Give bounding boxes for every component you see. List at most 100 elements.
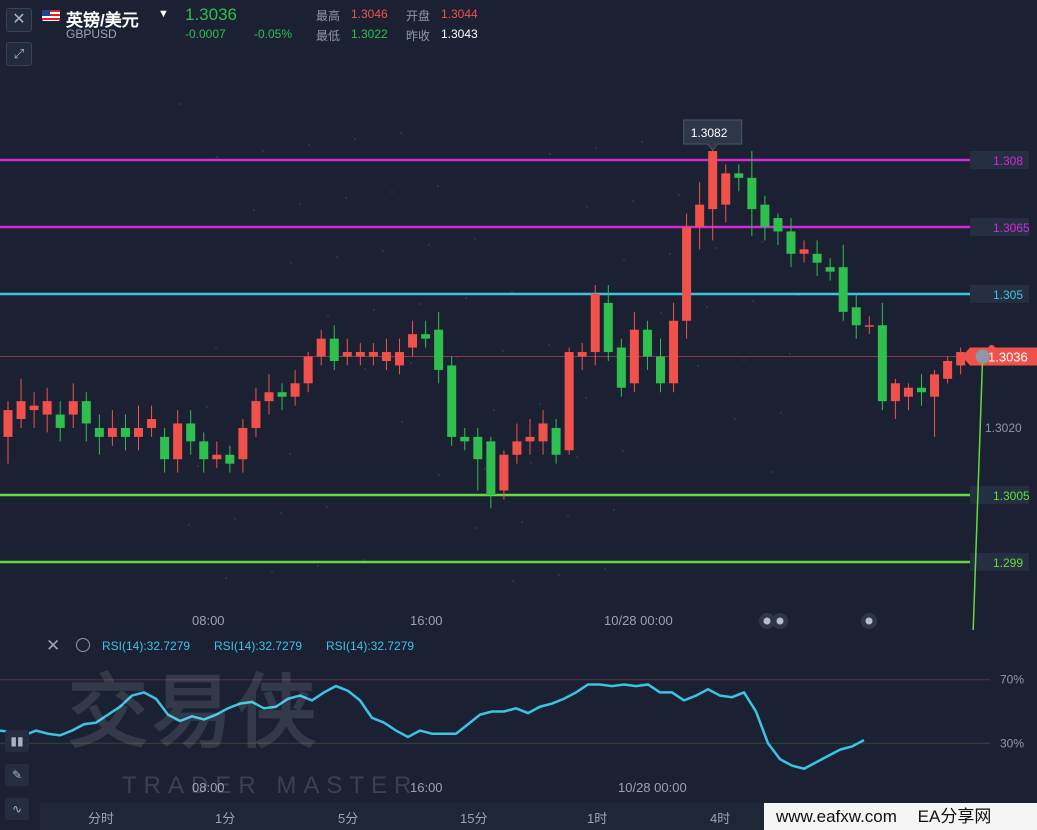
candle[interactable] [721, 173, 731, 205]
candle[interactable] [838, 267, 848, 312]
candle[interactable] [851, 307, 861, 326]
candle[interactable] [773, 218, 783, 232]
candle[interactable] [616, 347, 626, 388]
line-tool-icon[interactable]: ∿ [5, 798, 29, 820]
tf-tab[interactable]: 15分 [460, 808, 487, 827]
map-dot [233, 517, 237, 521]
candle[interactable] [408, 334, 418, 348]
candle[interactable] [786, 231, 796, 254]
tf-tab[interactable]: 1分 [215, 808, 235, 827]
candle[interactable] [512, 441, 522, 455]
candle[interactable] [695, 204, 705, 227]
candle[interactable] [42, 401, 52, 415]
candle[interactable] [499, 454, 509, 491]
candle[interactable] [577, 352, 587, 357]
site-banner: www.eafxw.com EA分享网 [764, 803, 1037, 830]
candle[interactable] [956, 352, 966, 366]
candle[interactable] [55, 414, 65, 428]
candle[interactable] [120, 427, 130, 437]
watermark-en: TRADER MASTER [122, 772, 419, 799]
candle[interactable] [590, 293, 600, 353]
candle[interactable] [447, 365, 457, 437]
candle[interactable] [316, 338, 326, 357]
candle[interactable] [747, 177, 757, 210]
candle[interactable] [421, 334, 431, 339]
candle[interactable] [29, 405, 39, 411]
candle[interactable] [864, 325, 874, 327]
candle[interactable] [160, 436, 170, 460]
candle[interactable] [395, 352, 404, 366]
x-tick-label: 10/28 00:00 [604, 613, 673, 628]
candle[interactable] [799, 249, 809, 254]
candle[interactable] [708, 151, 718, 210]
info-marker-icon[interactable] [975, 349, 990, 364]
candle[interactable] [460, 436, 470, 442]
candle[interactable] [682, 226, 692, 321]
candle[interactable] [434, 329, 444, 370]
candle[interactable] [669, 320, 679, 384]
candle[interactable] [760, 204, 770, 227]
candle[interactable] [525, 436, 535, 442]
candle[interactable] [342, 352, 352, 357]
candle[interactable] [173, 423, 183, 460]
candle[interactable] [368, 352, 378, 357]
tf-tab[interactable]: 4时 [710, 808, 730, 827]
candle[interactable] [134, 427, 143, 437]
candle[interactable] [473, 436, 483, 460]
pen-icon[interactable]: ✎ [5, 764, 29, 786]
candle[interactable] [564, 352, 574, 451]
candle[interactable] [917, 387, 926, 393]
tf-tab[interactable]: 1时 [587, 808, 607, 827]
candle[interactable] [199, 441, 209, 460]
map-dot [612, 508, 616, 512]
candle[interactable] [734, 173, 744, 178]
candle[interactable] [486, 441, 496, 495]
price-axis-label: 1.3020 [985, 421, 1022, 435]
candle[interactable] [603, 302, 613, 353]
candle[interactable] [290, 383, 300, 397]
close-icon[interactable]: ✕ [6, 8, 32, 32]
chevron-down-icon[interactable]: ▼ [158, 8, 169, 20]
candle[interactable] [303, 356, 313, 384]
candle[interactable] [656, 356, 665, 384]
candle[interactable] [147, 419, 157, 428]
candle[interactable] [238, 427, 248, 460]
candle[interactable] [930, 374, 940, 397]
eye-icon[interactable] [76, 638, 90, 652]
candle[interactable] [329, 338, 339, 361]
candle[interactable] [642, 329, 652, 357]
candle[interactable] [538, 423, 548, 442]
candle[interactable] [264, 392, 274, 402]
candle[interactable] [381, 352, 391, 361]
candle[interactable] [225, 454, 235, 464]
tf-tab[interactable]: 5分 [338, 808, 358, 827]
candle[interactable] [890, 383, 900, 402]
rsi-close-icon[interactable]: ✕ [46, 636, 60, 656]
candle[interactable] [251, 401, 261, 428]
candle[interactable] [812, 253, 822, 263]
site-url[interactable]: www.eafxw.com [776, 807, 897, 826]
candle[interactable] [107, 427, 117, 437]
candle[interactable] [68, 401, 78, 415]
candle[interactable] [212, 454, 222, 460]
candle[interactable] [629, 329, 639, 384]
candles-icon[interactable]: ▮▮ [5, 730, 29, 752]
candle[interactable] [903, 387, 913, 397]
candle[interactable] [877, 325, 887, 402]
candle[interactable] [551, 427, 561, 455]
candle[interactable] [3, 410, 13, 437]
candle[interactable] [943, 360, 953, 379]
candle[interactable] [94, 427, 104, 437]
rsi-x-tick-label: 10/28 00:00 [618, 780, 687, 795]
candle[interactable] [81, 401, 91, 424]
site-name: EA分享网 [917, 807, 992, 826]
candle[interactable] [355, 352, 365, 357]
candle[interactable] [186, 423, 196, 442]
map-dot [372, 308, 376, 312]
stat-prevclose-label: 昨收 [406, 29, 431, 43]
candle[interactable] [825, 267, 835, 272]
tf-tab[interactable]: 分时 [88, 808, 114, 827]
candle[interactable] [16, 401, 26, 420]
candle[interactable] [277, 392, 287, 397]
price-chart[interactable]: 1.308 1.3065 1.305 1.3005 1.299 1.3036 1.3020 1… [0, 44, 1037, 630]
